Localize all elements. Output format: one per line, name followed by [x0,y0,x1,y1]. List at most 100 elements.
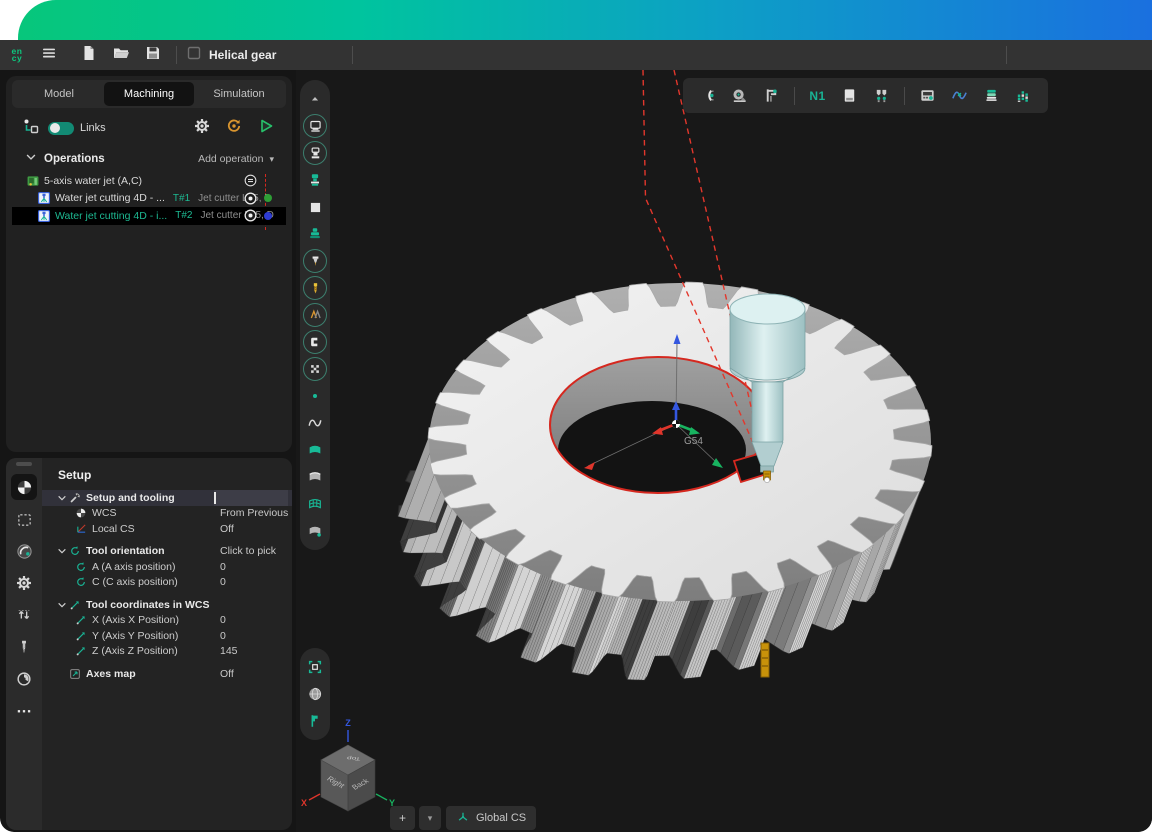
setup-row-value[interactable]: 0 [220,614,226,626]
setup-row[interactable]: Z (Axis Z Position)145 [42,644,292,660]
toolbar-button-scroll-up[interactable] [303,87,327,111]
cube-axis-z: Z [345,718,351,728]
toolbar-button-drill-bit[interactable] [303,276,327,300]
toolbar-button-caliper[interactable] [759,83,784,108]
toolbar-button-signal-curve[interactable] [947,83,972,108]
operation-row[interactable]: 5-axis water jet (A,C) [12,172,286,190]
global-cs-button[interactable]: Global CS [446,806,536,830]
strip-button-updown-arrows[interactable] [11,602,37,628]
toolbar-button-nc-label[interactable]: N1 [805,83,830,108]
setup-row-label: Local CS [92,523,135,535]
toolbar-button-fixture-clamp[interactable] [303,222,327,246]
workpiece-square-icon [308,200,323,215]
menu-button[interactable] [34,43,64,67]
tab-machining[interactable]: Machining [104,82,194,106]
toolbar-button-surface-solid[interactable] [303,438,327,462]
run-play-button[interactable] [256,118,276,138]
app-logo[interactable]: en cy [0,48,34,63]
setup-row-value[interactable]: From Previous [220,507,288,519]
toolbar-button-tape-measure[interactable] [727,83,752,108]
links-toggle[interactable] [48,122,74,135]
toolbar-button-tool-marks[interactable] [303,303,327,327]
toolbar-button-control-panel[interactable] [915,83,940,108]
toolbar-button-tool-pair[interactable] [869,83,894,108]
setup-row[interactable]: Tool coordinates in WCS [42,597,292,613]
value-cell-highlight [214,490,288,506]
setup-row[interactable]: C (C axis position)0 [42,575,292,591]
save-button[interactable] [138,43,168,67]
viewport-3d-scene[interactable]: G54 ZXYTopRightBack [296,70,1152,832]
strip-button-navigate-disc[interactable] [11,538,37,564]
setup-row[interactable]: Setup and tooling [42,490,292,506]
toolbar-button-workpiece-square[interactable] [303,195,327,219]
document-checkbox-icon[interactable] [185,44,203,67]
toolbar-button-flag-marker[interactable] [303,709,327,733]
toolbar-button-sphere-view[interactable] [303,682,327,706]
operation-row[interactable]: Water jet cutting 4D - i...T#2Jet cutter… [12,207,286,225]
toolbar-button-arc-measure[interactable] [695,83,720,108]
add-cs-button[interactable]: + [390,806,415,830]
strip-drag-handle[interactable] [16,462,32,466]
toolbar-button-mesh-surface[interactable] [303,492,327,516]
title-bar: en cy Helical gear [0,40,1152,70]
toolbar-button-tool-holder[interactable] [303,249,327,273]
setup-row[interactable]: Tool orientationClick to pick [42,544,292,560]
operation-row[interactable]: Water jet cutting 4D - ...T#1Jet cutter … [12,190,286,208]
machining-panel: ModelMachiningSimulation Links Operation… [6,76,292,452]
strip-button-selection-box[interactable] [11,506,37,532]
chevron-down-icon[interactable] [56,544,68,558]
view-tools-toolbar [300,648,330,740]
operation-label: Water jet cutting 4D - ... [55,192,165,204]
setup-row[interactable]: A (A axis position)0 [42,559,292,575]
setup-row-value[interactable]: 0 [220,576,226,588]
chevron-down-icon[interactable] [56,491,68,505]
open-file-button[interactable] [106,43,136,67]
setup-row-value[interactable]: Off [220,668,234,680]
setup-row[interactable]: X (Axis X Position)0 [42,613,292,629]
toolbar-button-mesh-pattern[interactable] [303,357,327,381]
toolbar-button-machine-solid[interactable] [303,168,327,192]
toolbar-button-bracket[interactable] [303,330,327,354]
toolbar-button-surface-gray[interactable] [303,465,327,489]
operations-header: Operations Add operation ▾ [12,148,286,170]
tab-simulation[interactable]: Simulation [194,82,284,106]
chevron-down-icon[interactable] [56,598,68,612]
setup-row-value[interactable]: 0 [220,630,226,642]
toolbar-button-point-dot[interactable] [303,384,327,408]
collapse-circle-icon[interactable] [243,173,258,188]
strip-button-wcs-disc[interactable] [11,474,37,500]
radio-circle-icon[interactable] [243,191,258,206]
toolbar-button-stat-bars[interactable] [1011,83,1036,108]
strip-button-more-ellipsis[interactable] [11,698,37,724]
setup-row[interactable]: Y (Axis Y Position)0 [42,628,292,644]
toolbar-button-layer-stack[interactable] [979,83,1004,108]
chevron-down-icon[interactable] [24,150,38,169]
setup-row[interactable]: Local CS Off [42,521,292,537]
toolbar-button-curve-wave[interactable] [303,411,327,435]
cs-dropdown-button[interactable]: ▾ [419,806,441,830]
tab-model[interactable]: Model [14,82,104,106]
setup-row[interactable]: Axes mapOff [42,666,292,682]
settings-gear-button[interactable] [192,118,212,138]
setup-row-value[interactable]: 145 [220,645,238,657]
toolbar-button-surface-point[interactable] [303,519,327,543]
setup-row[interactable]: WCSFrom Previous [42,506,292,522]
toolbar-button-fit-view[interactable] [303,655,327,679]
window-gradient-header [18,0,1152,41]
strip-button-tool-bit[interactable] [11,634,37,660]
setup-row-value[interactable]: 0 [220,561,226,573]
toolbar-button-document-blank[interactable] [837,83,862,108]
strip-button-rotary-dial[interactable] [11,666,37,692]
toolbar-button-machine-press[interactable] [303,114,327,138]
setup-row-value[interactable]: Off [220,523,234,535]
toolbar-button-machine-head[interactable] [303,141,327,165]
new-document-button[interactable] [74,43,104,67]
strip-button-settings-gear[interactable] [11,570,37,596]
radio-circle-icon[interactable] [243,208,258,223]
viewport-3d[interactable]: G54 ZXYTopRightBack N1 + ▾ Global CS [296,70,1152,832]
add-operation-caret[interactable]: ▾ [269,154,274,165]
recalculate-button[interactable] [224,118,244,138]
fixture-clamp-icon [307,226,323,242]
add-operation-button[interactable]: Add operation [198,153,263,165]
setup-row-value[interactable]: Click to pick [220,545,276,557]
